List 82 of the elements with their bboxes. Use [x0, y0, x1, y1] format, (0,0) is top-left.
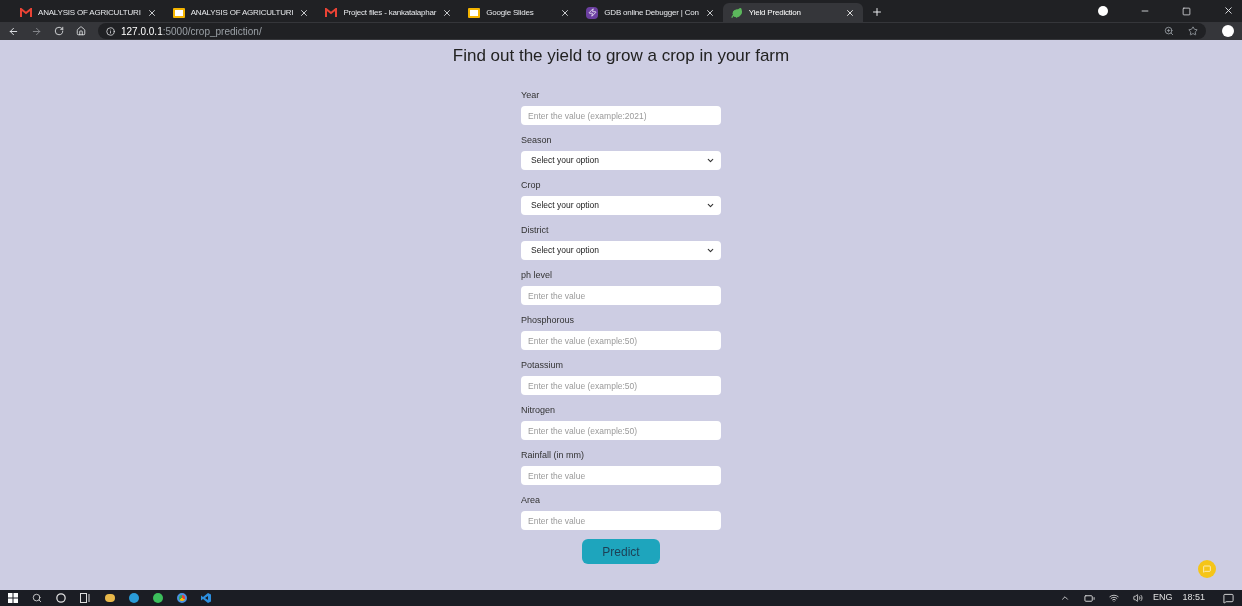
code-editor-icon[interactable]: [201, 593, 211, 603]
browser-tab[interactable]: Google Slides: [460, 3, 579, 22]
mail-icon: [325, 7, 338, 18]
browser-tab[interactable]: Project files - kankatalaphar: [317, 3, 461, 22]
star-icon[interactable]: [1188, 26, 1198, 36]
input-field[interactable]: Enter the value (example:50): [521, 421, 721, 440]
field-label: Phosphorous: [521, 314, 576, 326]
tab-title: ANALYSIS OF AGRICULTURI: [190, 6, 294, 19]
close-icon[interactable]: [844, 7, 855, 18]
select-dropdown[interactable]: Select your option: [521, 151, 721, 170]
task-view-icon[interactable]: [80, 593, 91, 603]
input-field[interactable]: Enter the value (example:50): [521, 331, 721, 350]
browser-tab[interactable]: ANALYSIS OF AGRICULTURI: [12, 3, 165, 22]
home-icon[interactable]: [76, 26, 86, 36]
browser-tab[interactable]: Yield Prediction: [722, 3, 863, 22]
select-value: Select your option: [531, 154, 600, 167]
close-icon[interactable]: [299, 7, 310, 18]
volume-icon[interactable]: [1132, 593, 1143, 603]
input-field[interactable]: Enter the value: [521, 466, 721, 485]
forward-icon[interactable]: [31, 25, 42, 37]
cortana-icon[interactable]: [56, 593, 66, 603]
close-icon[interactable]: [1223, 5, 1234, 16]
bolt-icon: [586, 6, 599, 19]
select-dropdown[interactable]: Select your option: [521, 196, 721, 215]
chevron-icon: [706, 246, 715, 255]
tab-title: Google Slides: [486, 6, 535, 19]
browser-tab[interactable]: GDB online Debugger | Con: [578, 3, 723, 22]
extension-icon[interactable]: [1222, 25, 1234, 37]
slides-icon: [172, 6, 185, 19]
select-dropdown[interactable]: Select your option: [521, 241, 721, 260]
field-label: Season: [521, 134, 553, 146]
notification-icon[interactable]: [1223, 592, 1234, 604]
browser-tab[interactable]: ANALYSIS OF AGRICULTURI: [164, 3, 318, 22]
folder-icon[interactable]: [105, 594, 115, 602]
search-icon[interactable]: [32, 593, 42, 603]
select-value: Select your option: [531, 244, 600, 257]
wifi-icon[interactable]: [1108, 593, 1119, 603]
field-label: Crop: [521, 179, 542, 191]
field-label: Rainfall (in mm): [521, 449, 585, 461]
close-icon[interactable]: [146, 7, 157, 18]
browser-icon[interactable]: [129, 593, 139, 603]
maximize-icon[interactable]: [1182, 7, 1191, 16]
close-icon[interactable]: [704, 7, 715, 18]
info-icon: [106, 26, 115, 36]
slides-icon: [468, 6, 481, 19]
field-label: Potassium: [521, 359, 565, 371]
input-field[interactable]: Enter the value (example:50): [521, 376, 721, 395]
predict-button[interactable]: Predict: [582, 539, 660, 564]
close-icon[interactable]: [560, 7, 571, 18]
tab-title: ANALYSIS OF AGRICULTURI: [38, 6, 141, 19]
page-title: Find out the yield to grow a crop in your farm: [452, 45, 790, 67]
tab-title: Yield Prediction: [748, 6, 802, 19]
select-value: Select your option: [531, 199, 600, 212]
zoom-icon[interactable]: [1164, 26, 1174, 36]
reload-icon[interactable]: [54, 26, 64, 36]
language-indicator[interactable]: ENG: [1152, 591, 1173, 605]
input-field[interactable]: Enter the value: [521, 286, 721, 305]
address-bar[interactable]: 127.0.0.1:5000/crop_prediction/: [98, 23, 1206, 39]
field-label: Nitrogen: [521, 404, 557, 416]
url-text: 127.0.0.1:5000/crop_prediction/: [121, 24, 262, 39]
back-icon[interactable]: [8, 25, 19, 37]
chat-app-icon[interactable]: [153, 593, 163, 603]
input-field[interactable]: Enter the value (example:2021): [521, 106, 721, 125]
windows-icon[interactable]: [8, 593, 18, 603]
profile-icon[interactable]: [1098, 6, 1108, 16]
clock[interactable]: 18:51: [1182, 591, 1205, 605]
chevron-icon: [706, 201, 715, 210]
field-label: District: [521, 224, 550, 236]
field-label: Area: [521, 494, 541, 506]
input-field[interactable]: Enter the value: [521, 511, 721, 530]
chrome-icon[interactable]: [177, 593, 187, 603]
close-icon[interactable]: [442, 7, 453, 18]
chevron-icon: [706, 156, 715, 165]
leaf-icon: [730, 6, 743, 19]
chevron-icon[interactable]: [1059, 593, 1070, 603]
battery-icon[interactable]: [1083, 592, 1095, 604]
mail-icon: [20, 7, 32, 18]
tab-title: GDB online Debugger | Con: [604, 6, 699, 19]
field-label: ph level: [521, 269, 554, 281]
field-label: Year: [521, 89, 541, 101]
new-tab-icon[interactable]: [870, 6, 883, 18]
tab-title: Project files - kankatalaphar: [343, 6, 437, 19]
